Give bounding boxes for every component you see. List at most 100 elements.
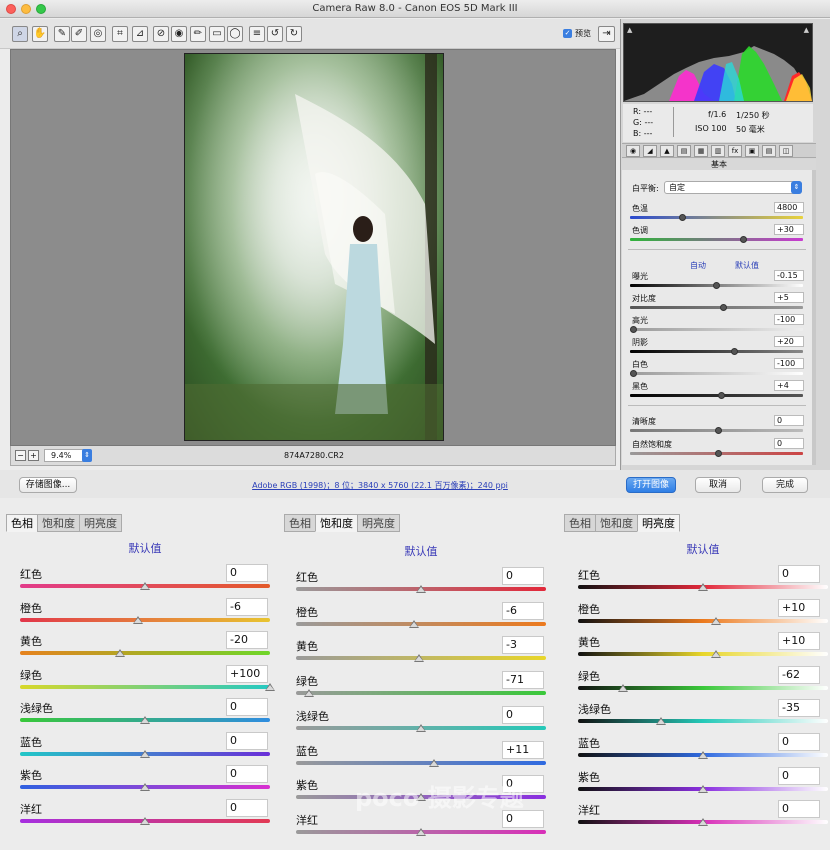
slider-value-field[interactable]: -0.15 [774,270,804,281]
slider-thumb[interactable] [712,282,720,289]
auto-link[interactable]: 自动 [690,260,706,271]
tab-saturation[interactable]: 饱和度 [315,514,358,532]
slider-value-field[interactable]: 0 [774,415,804,426]
hsl-slider-track[interactable] [578,618,828,623]
zoom-window-button[interactable] [36,4,46,14]
slider-thumb[interactable] [719,304,727,311]
slider-value-field[interactable]: 4800 [774,202,804,213]
hsl-slider-track[interactable] [20,684,270,689]
hsl-value-field[interactable]: -3 [502,636,544,655]
tab-hue[interactable]: 色相 [564,514,596,532]
slider-value-field[interactable]: +4 [774,380,804,391]
hsl-slider-thumb[interactable] [140,816,150,825]
hsl-slider-track[interactable] [578,685,828,690]
default-link[interactable]: 默认值 [735,260,759,271]
hsl-slider-thumb[interactable] [413,654,424,663]
hsl-slider-thumb[interactable] [428,758,439,767]
hsl-value-field[interactable]: -71 [502,671,544,690]
slider-thumb[interactable] [630,370,637,377]
hsl-value-field[interactable]: 0 [226,698,268,716]
basic-tab-icon[interactable]: ◉ [626,145,640,157]
list-icon[interactable]: ≡ [249,26,265,42]
slider-thumb[interactable] [717,392,725,399]
close-window-button[interactable] [6,4,16,14]
hsl-slider-thumb[interactable] [710,616,721,625]
hsl-slider-thumb[interactable] [416,723,426,732]
tab-saturation[interactable]: 饱和度 [37,514,80,532]
slider-thumb[interactable] [714,450,722,457]
white-balance-select[interactable]: 自定 [664,181,802,194]
slider-value-field[interactable]: +20 [774,336,804,347]
adjustment-brush-icon[interactable]: ✏ [190,26,206,42]
hsl-value-field[interactable]: 0 [226,765,268,783]
lens-tab-icon[interactable]: ▥ [711,145,725,157]
tab-luminance[interactable]: 明亮度 [637,514,680,532]
hsl-value-field[interactable]: -35 [778,699,820,718]
hsl-slider-thumb[interactable] [698,751,708,759]
slider-track[interactable] [630,216,803,219]
hand-icon[interactable]: ✋ [32,26,48,42]
select-arrow-icon[interactable]: ⇕ [791,181,802,194]
tone-curve-tab-icon[interactable]: ◢ [643,145,657,157]
hsl-value-field[interactable]: 0 [778,565,820,583]
hsl-value-field[interactable]: 0 [778,733,820,751]
slider-thumb[interactable] [630,326,637,333]
tab-hue[interactable]: 色相 [284,514,316,532]
hsl-value-field[interactable]: -6 [502,601,544,620]
hsl-value-field[interactable]: 0 [226,798,268,817]
hsl-slider-thumb[interactable] [655,717,666,726]
hsl-slider-thumb[interactable] [698,818,708,827]
hsl-slider-thumb[interactable] [140,783,150,791]
hsl-slider-thumb[interactable] [115,649,125,657]
hsl-slider-thumb[interactable] [710,650,721,659]
hsl-slider-thumb[interactable] [416,827,426,836]
spot-removal-icon[interactable]: ⊘ [153,26,169,42]
hsl-value-field[interactable]: 0 [778,766,820,785]
hsl-tab-icon[interactable]: ▤ [677,145,691,157]
hsl-slider-thumb[interactable] [408,619,419,628]
slider-track[interactable] [630,372,803,375]
hsl-slider-thumb[interactable] [698,784,708,793]
slider-value-field[interactable]: +30 [774,224,804,235]
color-sampler-icon[interactable]: ✐ [71,26,87,42]
fx-tab-icon[interactable]: fx [728,145,742,157]
hsl-value-field[interactable]: -6 [226,597,268,616]
detail-tab-icon[interactable]: ▲ [660,145,674,157]
hsl-value-field[interactable]: +10 [778,598,820,617]
open-image-button[interactable]: 打开图像 [626,477,676,493]
hsl-value-field[interactable]: -62 [778,665,820,684]
hsl-slider-track[interactable] [20,617,270,622]
rotate-left-icon[interactable]: ↺ [267,26,283,42]
fullscreen-toggle-icon[interactable]: ⇥ [598,26,615,42]
default-link[interactable]: 默认值 [6,540,284,556]
red-eye-icon[interactable]: ◉ [171,26,187,42]
hsl-value-field[interactable]: -20 [226,631,268,649]
rotate-right-icon[interactable]: ↻ [286,26,302,42]
hsl-value-field[interactable]: 0 [502,567,544,585]
hsl-slider-track[interactable] [578,719,828,724]
hsl-slider-track[interactable] [296,621,546,626]
white-balance-icon[interactable]: ✎ [54,26,70,42]
default-link[interactable]: 默认值 [284,543,558,559]
slider-track[interactable] [630,306,803,309]
tab-luminance[interactable]: 明亮度 [79,514,122,532]
slider-track[interactable] [630,350,803,353]
preview-checkbox[interactable]: ✓ [563,29,572,38]
hsl-slider-track[interactable] [296,760,546,765]
hsl-value-field[interactable]: +100 [226,664,268,683]
done-button[interactable]: 完成 [762,477,808,493]
hsl-slider-track[interactable] [578,652,828,657]
hsl-slider-thumb[interactable] [303,689,314,698]
slider-value-field[interactable]: -100 [774,358,804,369]
radial-filter-icon[interactable]: ◯ [227,26,243,42]
minimize-window-button[interactable] [21,4,31,14]
hsl-value-field[interactable]: 0 [226,731,268,750]
slider-value-field[interactable]: -100 [774,314,804,325]
hsl-slider-thumb[interactable] [618,683,628,692]
hsl-slider-thumb[interactable] [265,682,275,691]
presets-tab-icon[interactable]: ▤ [762,145,776,157]
crop-icon[interactable]: ⌗ [112,26,128,42]
straighten-icon[interactable]: ⊿ [132,26,148,42]
slider-thumb[interactable] [739,236,747,243]
calibration-tab-icon[interactable]: ▣ [745,145,759,157]
